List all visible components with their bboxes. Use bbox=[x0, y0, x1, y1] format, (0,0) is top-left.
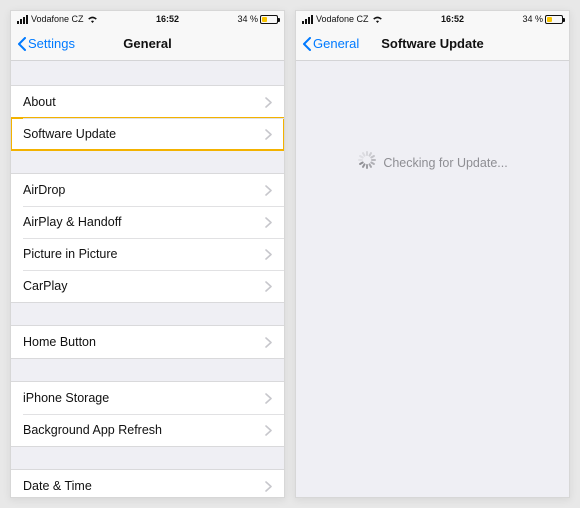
back-button[interactable]: General bbox=[302, 36, 359, 51]
spinner-icon bbox=[357, 151, 375, 169]
battery-icon bbox=[260, 15, 278, 24]
row-iphone-storage[interactable]: iPhone Storage bbox=[11, 382, 284, 414]
row-airdrop[interactable]: AirDrop bbox=[11, 174, 284, 206]
row-label: Software Update bbox=[23, 127, 265, 141]
software-update-content: Checking for Update... bbox=[296, 61, 569, 497]
wifi-icon bbox=[372, 15, 383, 24]
status-bar: Vodafone CZ 16:52 34 % bbox=[11, 11, 284, 27]
carrier-label: Vodafone CZ bbox=[316, 14, 369, 24]
row-about[interactable]: About bbox=[11, 86, 284, 118]
nav-bar: Settings General bbox=[11, 27, 284, 61]
checking-state: Checking for Update... bbox=[296, 61, 569, 497]
status-left: Vodafone CZ bbox=[17, 14, 98, 24]
chevron-left-icon bbox=[302, 37, 311, 51]
row-label: Date & Time bbox=[23, 479, 265, 493]
status-right: 34 % bbox=[522, 14, 563, 24]
group-storage: iPhone Storage Background App Refresh bbox=[11, 381, 284, 447]
row-label: iPhone Storage bbox=[23, 391, 265, 405]
row-label: AirDrop bbox=[23, 183, 265, 197]
status-left: Vodafone CZ bbox=[302, 14, 383, 24]
chevron-left-icon bbox=[17, 37, 26, 51]
signal-icon bbox=[302, 15, 313, 24]
chevron-right-icon bbox=[265, 129, 272, 140]
row-label: AirPlay & Handoff bbox=[23, 215, 265, 229]
wifi-icon bbox=[87, 15, 98, 24]
nav-bar: General Software Update bbox=[296, 27, 569, 61]
battery-pct: 34 % bbox=[237, 14, 258, 24]
row-background-app-refresh[interactable]: Background App Refresh bbox=[11, 414, 284, 446]
group-airplay: AirDrop AirPlay & Handoff Picture in Pic… bbox=[11, 173, 284, 303]
row-carplay[interactable]: CarPlay bbox=[11, 270, 284, 302]
row-label: About bbox=[23, 95, 265, 109]
phone-general: Vodafone CZ 16:52 34 % Settings General … bbox=[10, 10, 285, 498]
back-label: Settings bbox=[28, 36, 75, 51]
row-label: Picture in Picture bbox=[23, 247, 265, 261]
chevron-right-icon bbox=[265, 97, 272, 108]
chevron-right-icon bbox=[265, 281, 272, 292]
status-right: 34 % bbox=[237, 14, 278, 24]
row-home-button[interactable]: Home Button bbox=[11, 326, 284, 358]
chevron-right-icon bbox=[265, 425, 272, 436]
phone-software-update: Vodafone CZ 16:52 34 % General Software … bbox=[295, 10, 570, 498]
status-time: 16:52 bbox=[98, 14, 238, 24]
row-label: Home Button bbox=[23, 335, 265, 349]
chevron-right-icon bbox=[265, 393, 272, 404]
checking-text: Checking for Update... bbox=[383, 156, 507, 170]
group-about: About Software Update bbox=[11, 85, 284, 151]
row-airplay-handoff[interactable]: AirPlay & Handoff bbox=[11, 206, 284, 238]
battery-icon bbox=[545, 15, 563, 24]
group-date: Date & Time Keyboard bbox=[11, 469, 284, 497]
status-time: 16:52 bbox=[383, 14, 523, 24]
row-software-update[interactable]: Software Update bbox=[11, 118, 284, 150]
carrier-label: Vodafone CZ bbox=[31, 14, 84, 24]
row-picture-in-picture[interactable]: Picture in Picture bbox=[11, 238, 284, 270]
signal-icon bbox=[17, 15, 28, 24]
chevron-right-icon bbox=[265, 217, 272, 228]
general-content: About Software Update AirDrop AirPlay & … bbox=[11, 61, 284, 497]
status-bar: Vodafone CZ 16:52 34 % bbox=[296, 11, 569, 27]
group-home: Home Button bbox=[11, 325, 284, 359]
chevron-right-icon bbox=[265, 185, 272, 196]
row-label: CarPlay bbox=[23, 279, 265, 293]
chevron-right-icon bbox=[265, 481, 272, 492]
row-label: Background App Refresh bbox=[23, 423, 265, 437]
chevron-right-icon bbox=[265, 249, 272, 260]
back-label: General bbox=[313, 36, 359, 51]
back-button[interactable]: Settings bbox=[17, 36, 75, 51]
battery-pct: 34 % bbox=[522, 14, 543, 24]
chevron-right-icon bbox=[265, 337, 272, 348]
row-date-time[interactable]: Date & Time bbox=[11, 470, 284, 497]
